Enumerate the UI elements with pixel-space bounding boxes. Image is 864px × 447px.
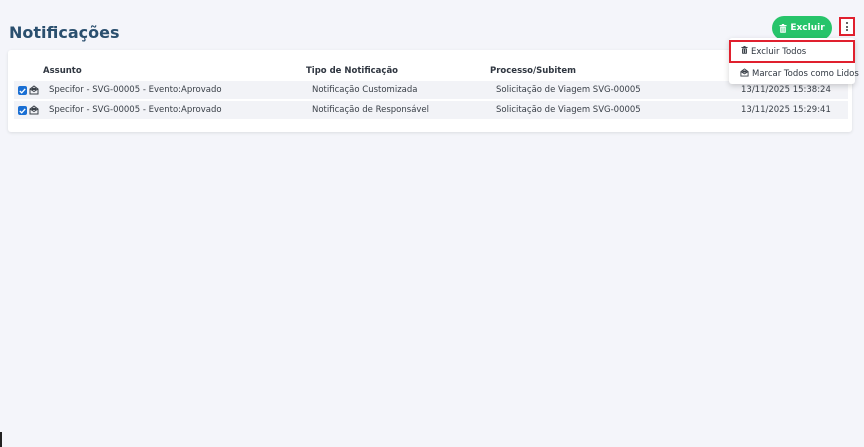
cell-assunto: Specifor - SVG-00005 - Evento:Aprovado [49,85,222,95]
column-header-processo[interactable]: Processo/Subitem [490,64,576,78]
cell-assunto: Specifor - SVG-00005 - Evento:Aprovado [49,105,222,115]
menu-item-mark-all-read[interactable]: Marcar Todos como Lidos [729,64,859,84]
delete-button[interactable]: Excluir [772,16,832,40]
cell-tipo: Notificação Customizada [312,85,418,95]
menu-item-label: Excluir Todos [751,46,807,57]
cell-data: 13/11/2025 15:29:41 [741,105,831,115]
envelope-open-icon [29,105,39,118]
options-dropdown: Excluir Todos Marcar Todos como Lidos [729,38,859,84]
more-options-button[interactable] [839,17,855,36]
envelope-open-icon [740,68,749,80]
page-title: Notificações [9,23,120,42]
table-header: Assunto Tipo de Notificação Processo/Sub… [8,64,852,78]
cell-tipo: Notificação de Responsável [312,105,430,115]
check-icon [19,107,26,114]
delete-button-label: Excluir [790,23,825,33]
menu-item-label: Marcar Todos como Lidos [752,69,859,79]
table-row[interactable]: Specifor - SVG-00005 - Evento:Aprovado N… [14,101,848,119]
notifications-table: Assunto Tipo de Notificação Processo/Sub… [8,50,852,132]
trash-icon [779,23,787,33]
table-row[interactable]: Specifor - SVG-00005 - Evento:Aprovado N… [14,81,848,99]
kebab-menu-icon [846,22,848,24]
cell-processo: Solicitação de Viagem SVG-00005 [496,105,641,115]
column-header-tipo[interactable]: Tipo de Notificação [306,64,398,78]
row-checkbox[interactable] [18,106,27,115]
menu-item-delete-all[interactable]: Excluir Todos [729,40,855,63]
cursor-caret [0,432,2,447]
cell-processo: Solicitação de Viagem SVG-00005 [496,85,641,95]
column-header-assunto[interactable]: Assunto [43,64,82,78]
check-icon [19,87,26,94]
trash-icon [741,46,748,57]
envelope-open-icon [29,85,39,98]
row-checkbox[interactable] [18,86,27,95]
